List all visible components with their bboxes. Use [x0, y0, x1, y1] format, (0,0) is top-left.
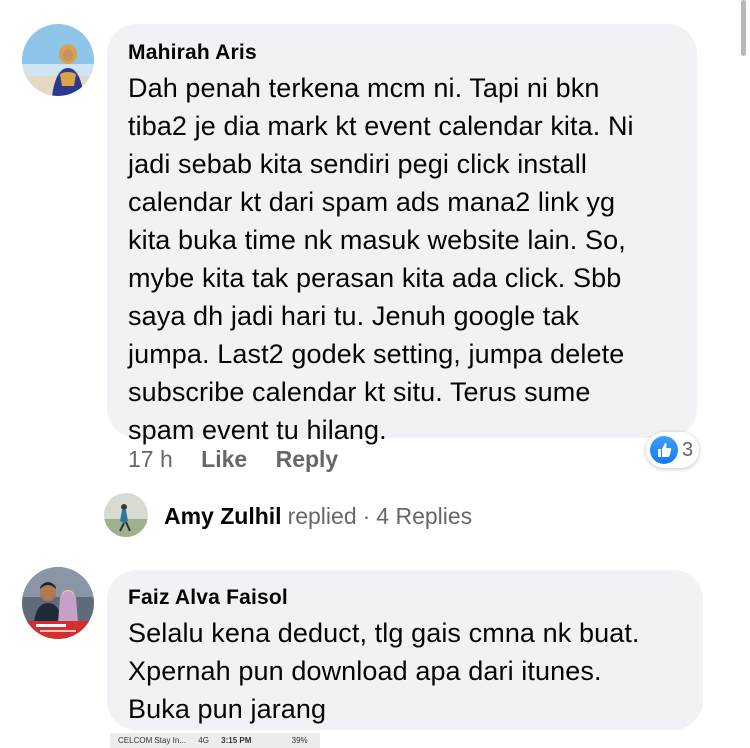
reply-avatar[interactable] [104, 493, 148, 537]
separator-dot: · [362, 503, 371, 529]
like-icon [650, 436, 678, 464]
comment-line: kita buka time nk masuk website lain. So… [128, 225, 626, 255]
comment-timestamp[interactable]: 17 h [128, 446, 173, 472]
reply-avatar-photo-icon [104, 493, 148, 537]
reply-author[interactable]: Amy Zulhil [164, 503, 282, 530]
comment-line: Selalu kena deduct, tlg gais cmna nk bua… [128, 618, 640, 648]
embedded-status-bar: CELCOM Stay In... 4G 3:15 PM 39% [110, 733, 320, 748]
reaction-count: 3 [682, 438, 694, 461]
replies-count[interactable]: 4 Replies [376, 503, 472, 530]
network-label: 4G [198, 736, 209, 745]
replied-label: replied [287, 503, 357, 529]
comment-line: mybe kita tak perasan kita ada click. Sb… [128, 263, 622, 293]
comment-line: subscribe calendar kt situ. Terus sume [128, 377, 591, 407]
comment-text: Dah penah terkena mcm ni. Tapi ni bkn ti… [128, 69, 697, 449]
comment-bubble: Mahirah Aris Dah penah terkena mcm ni. T… [107, 24, 697, 445]
carrier-label: CELCOM Stay In... [118, 736, 187, 745]
avatar-photo-icon [22, 567, 94, 639]
comment-text: Selalu kena deduct, tlg gais cmna nk bua… [128, 614, 703, 728]
avatar-photo-icon [22, 24, 94, 96]
comment-line: jadi sebab kita sendiri pegi click insta… [128, 149, 587, 179]
comment-line: calendar kt dari spam ads mana2 link yg [128, 187, 616, 217]
comment-line: Dah penah terkena mcm ni. Tapi ni bkn [128, 73, 600, 103]
comment-author[interactable]: Mahirah Aris [128, 41, 697, 65]
reaction-badge[interactable]: 3 [646, 432, 700, 468]
comment-actions: 17 h Like Reply [128, 446, 360, 473]
comment-line: saya dh jadi hari tu. Jenuh google tak [128, 301, 580, 331]
reply-button[interactable]: Reply [276, 446, 339, 472]
avatar[interactable] [22, 24, 94, 96]
comment-bubble: Faiz Alva Faisol Selalu kena deduct, tlg… [107, 570, 703, 730]
avatar[interactable] [22, 567, 94, 639]
comment-line: jumpa. Last2 godek setting, jumpa delete [128, 339, 625, 369]
battery-label: 39% [291, 736, 308, 745]
comment-author[interactable]: Faiz Alva Faisol [128, 586, 703, 610]
comment-line: tiba2 je dia mark kt event calendar kita… [128, 111, 634, 141]
view-replies-link[interactable]: Amy Zulhil replied · 4 Replies [164, 503, 472, 530]
clock-label: 3:15 PM [221, 736, 252, 745]
comment-line: Buka pun jarang [128, 694, 327, 724]
like-button[interactable]: Like [201, 446, 247, 472]
comment-line: Xpernah pun download apa dari itunes. [128, 656, 602, 686]
comment-line: spam event tu hilang. [128, 415, 387, 445]
scrollbar[interactable] [741, 0, 746, 56]
